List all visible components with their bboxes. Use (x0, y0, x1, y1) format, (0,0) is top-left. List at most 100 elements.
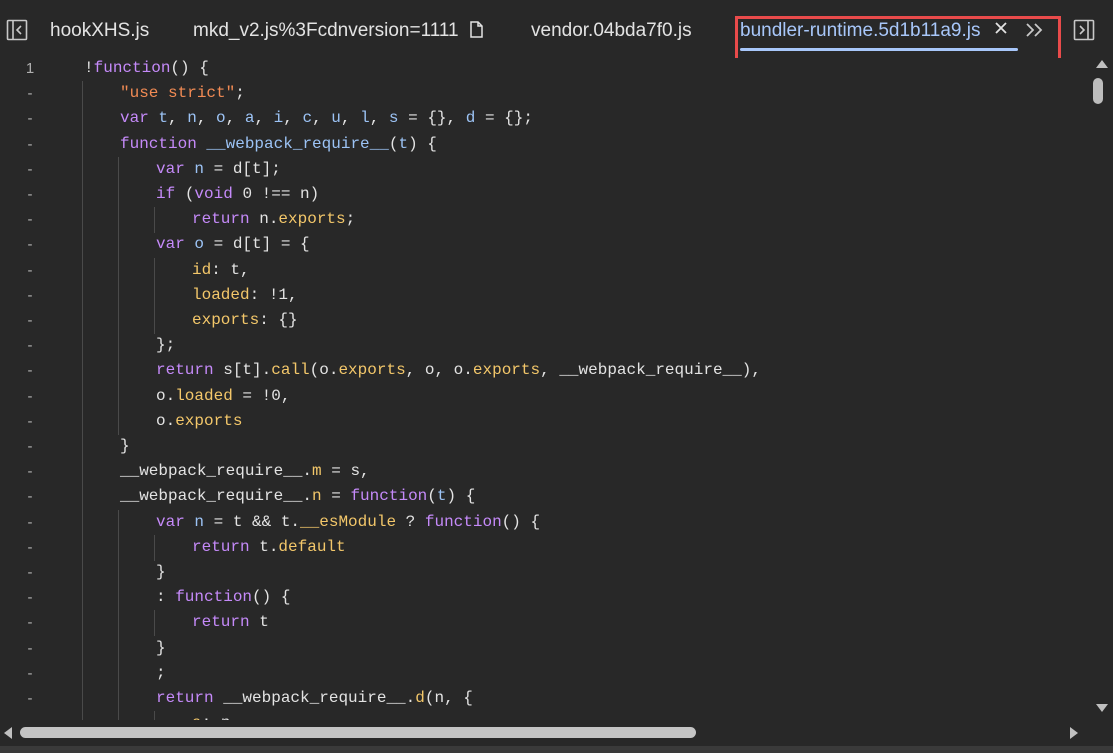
code-line[interactable]: -} (0, 635, 1089, 662)
indent-guide (118, 711, 119, 720)
code-line[interactable]: -; (0, 660, 1089, 687)
code-text: } (156, 560, 166, 585)
code-token: () { (501, 512, 541, 531)
indent-guide (82, 534, 83, 561)
code-token: n (194, 512, 205, 531)
code-text: return __webpack_require__.d(n, { (156, 686, 473, 711)
line-number: - (27, 488, 33, 506)
tab-mkd-v2[interactable]: mkd_v2.js%3Fcdnversion=1111 (193, 0, 483, 58)
code-line[interactable]: - id: t, (0, 257, 1089, 284)
indent-guide (82, 660, 83, 687)
tab-label: vendor.04bda7f0.js (531, 20, 692, 41)
code-line[interactable]: - var o = d[t] = { (0, 232, 1089, 259)
code-line[interactable]: -} (0, 560, 1089, 586)
code-line[interactable]: 1 !function() { (0, 58, 1089, 81)
code-token: n (194, 159, 205, 178)
toggle-right-sidebar-icon[interactable] (1073, 18, 1095, 42)
code-token: , (369, 109, 389, 128)
horizontal-scrollbar[interactable] (0, 720, 1089, 746)
indent-guide (154, 534, 155, 561)
indent-guide (82, 408, 83, 435)
scroll-down-icon[interactable] (1096, 704, 1108, 712)
scrollbar-corner (1089, 720, 1113, 746)
code-line[interactable]: - return n.exports; (0, 207, 1089, 234)
indent-guide (118, 358, 119, 385)
code-token: default (278, 537, 346, 556)
code-line[interactable]: - o.exports (0, 408, 1089, 435)
line-number: - (27, 186, 33, 203)
code-token: } (156, 638, 166, 657)
code-line[interactable]: - __webpack_require__.m = s, (0, 459, 1089, 486)
code-token: 0 !== n) (242, 185, 320, 203)
code-line[interactable]: - return t.default (0, 534, 1089, 561)
code-line[interactable]: - exports: {} (0, 308, 1089, 334)
tab-vendor[interactable]: vendor.04bda7f0.js (531, 0, 692, 58)
chevron-double-right-icon[interactable] (1023, 18, 1047, 42)
line-number: - (27, 211, 33, 229)
code-line[interactable]: - o.loaded = !0, (0, 383, 1089, 410)
vertical-scrollbar[interactable] (1089, 58, 1113, 720)
code-line[interactable]: - var n = t && t.__esModule ? function() … (0, 509, 1089, 536)
code-token: exports (192, 311, 260, 329)
code-token: return (156, 689, 224, 707)
code-token: loaded (175, 386, 233, 405)
vertical-scroll-thumb[interactable] (1093, 78, 1103, 104)
code-line[interactable]: - if (void 0 !== n) (0, 182, 1089, 208)
toggle-left-sidebar-icon[interactable] (6, 18, 28, 42)
code-line[interactable]: - var n = d[t]; (0, 156, 1089, 183)
code-token: exports (472, 361, 541, 380)
line-number: - (27, 639, 33, 657)
code-token: (n, { (424, 689, 473, 707)
code-token: return (156, 361, 224, 380)
indent-guide (82, 182, 83, 208)
code-line[interactable]: -} (0, 434, 1089, 460)
document-icon (470, 2, 483, 64)
code-line[interactable]: - a: n (0, 711, 1089, 720)
code-line[interactable]: - var t, n, o, a, i, c, u, l, s = {}, d =… (0, 106, 1089, 133)
code-text: "use strict"; (120, 81, 245, 106)
code-line[interactable]: - return s[t].call(o.exports, o, o.export… (0, 358, 1089, 385)
scroll-up-icon[interactable] (1096, 60, 1108, 68)
horizontal-scroll-thumb[interactable] (20, 727, 696, 738)
close-icon[interactable] (993, 20, 1009, 36)
line-number: - (27, 85, 33, 103)
tab-bundler-runtime[interactable]: bundler-runtime.5d1b11a9.js (740, 0, 1018, 58)
code-token: function (120, 134, 207, 153)
code-token: __webpack_require__. (120, 487, 313, 506)
code-token: m (312, 462, 322, 481)
code-token: function (93, 59, 171, 77)
code-text: __webpack_require__.m = s, (120, 459, 370, 484)
indent-guide (118, 333, 119, 360)
code-token: exports (278, 210, 346, 229)
code-line[interactable]: - return __webpack_require__.d(n, { (0, 686, 1089, 712)
code-line[interactable]: - return t (0, 610, 1089, 637)
line-number: - (27, 664, 33, 682)
indent-guide (82, 509, 83, 536)
code-text: var n = t && t.__esModule ? function() { (156, 510, 540, 535)
indent-guide (82, 156, 83, 183)
code-line[interactable]: -: function() { (0, 585, 1089, 612)
code-line[interactable]: - function __webpack_require__(t) { (0, 131, 1089, 158)
code-text: var o = d[t] = { (156, 232, 310, 257)
indent-guide (82, 686, 83, 712)
scroll-left-icon[interactable] (4, 727, 12, 739)
line-number: - (27, 110, 33, 128)
code-line[interactable]: - "use strict"; (0, 81, 1089, 108)
code-token: ; (345, 210, 356, 229)
code-line[interactable]: -}; (0, 333, 1089, 360)
code-editor[interactable]: 1 !function() { - "use strict"; - var t, n, o… (0, 58, 1089, 720)
line-number: - (27, 236, 33, 254)
code-line[interactable]: - loaded: !1, (0, 282, 1089, 309)
code-text: exports: {} (192, 308, 298, 333)
tab-label: bundler-runtime.5d1b11a9.js (740, 20, 981, 41)
code-token: = t && t. (204, 512, 301, 531)
code-token: : (156, 588, 176, 607)
code-line[interactable]: - __webpack_require__.n = function(t) { (0, 484, 1089, 511)
code-token: d (415, 689, 425, 707)
code-token: ? (396, 512, 425, 531)
code-token: , (254, 109, 274, 128)
scroll-right-icon[interactable] (1070, 727, 1078, 739)
code-token: return (192, 537, 260, 556)
tab-hookxhs[interactable]: hookXHS.js (50, 0, 149, 58)
line-number: - (27, 614, 33, 632)
